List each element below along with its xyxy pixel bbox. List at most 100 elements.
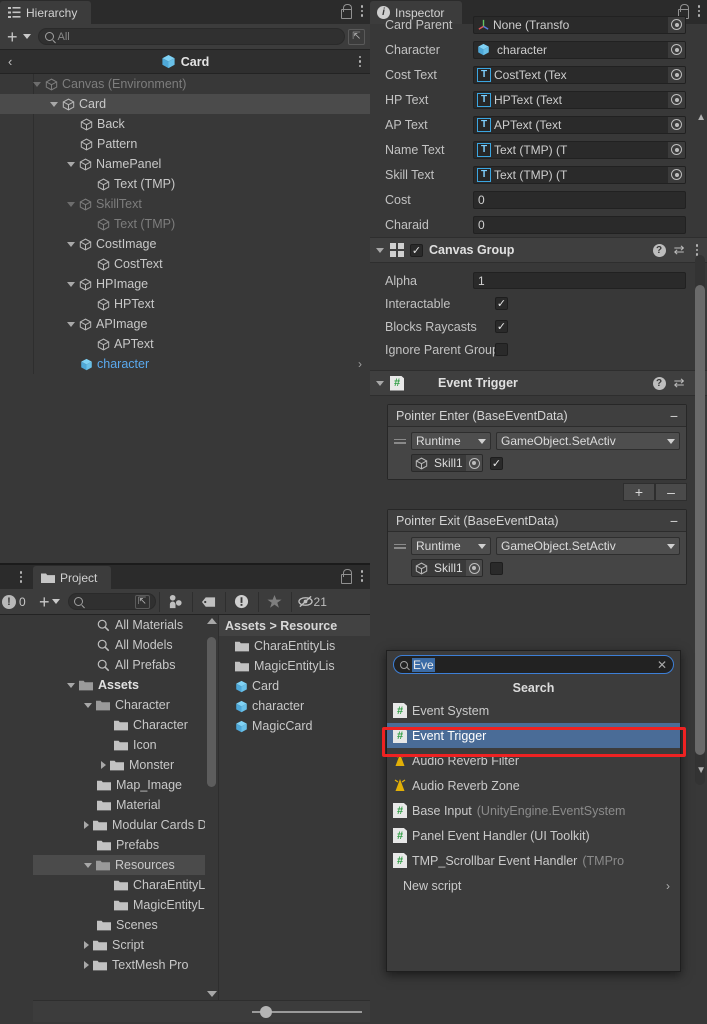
tab-hierarchy[interactable]: Hierarchy	[0, 1, 92, 24]
project-folder-icon[interactable]: Icon	[33, 735, 218, 755]
hidden-packages-toggle[interactable]: 21	[295, 591, 327, 613]
hierarchy-item-apimage[interactable]: APImage	[0, 314, 370, 334]
project-favorite-all-models[interactable]: All Models	[33, 635, 218, 655]
expand-triangle-icon[interactable]	[84, 702, 92, 708]
scrollbar-thumb[interactable]	[207, 637, 216, 787]
remove-event-icon[interactable]: −	[670, 409, 678, 423]
create-asset-button[interactable]: +	[37, 593, 52, 611]
hierarchy-item-costimage[interactable]: CostImage	[0, 234, 370, 254]
project-folder-monster[interactable]: Monster	[33, 755, 218, 775]
number-input[interactable]: 0	[473, 215, 686, 234]
hierarchy-item-skilltext[interactable]: SkillText	[0, 194, 370, 214]
collapse-triangle-icon[interactable]	[101, 761, 106, 769]
object-field[interactable]: T Text (TMP) (T	[473, 140, 686, 159]
expand-triangle-icon[interactable]	[67, 161, 75, 167]
project-folder-resources[interactable]: Resources	[33, 855, 218, 875]
object-picker-icon[interactable]	[668, 91, 685, 108]
object-picker-icon[interactable]	[668, 16, 685, 33]
warning-icon[interactable]	[229, 591, 255, 613]
object-field[interactable]: character	[473, 40, 686, 59]
remove-callback-button[interactable]: –	[655, 483, 687, 501]
preset-icon[interactable]: ⇄	[674, 242, 685, 258]
label-tag-icon[interactable]	[196, 591, 222, 613]
hierarchy-item-costtext[interactable]: CostText	[0, 254, 370, 274]
component-result-panel-event-handler-ui-toolkit[interactable]: # Panel Event Handler (UI Toolkit)	[387, 823, 680, 848]
project-folder-character[interactable]: Character	[33, 695, 218, 715]
add-callback-button[interactable]: +	[623, 483, 655, 501]
object-picker-icon[interactable]	[668, 41, 685, 58]
expand-triangle-icon[interactable]	[67, 682, 75, 688]
scroll-up-icon[interactable]	[206, 618, 217, 624]
component-results-list[interactable]: # Event System # Event Trigger Audio Reverb…	[387, 698, 680, 873]
collapse-triangle-icon[interactable]	[376, 247, 384, 253]
clear-search-icon[interactable]: ✕	[657, 658, 667, 672]
setactive-argument-checkbox[interactable]	[490, 561, 503, 575]
hierarchy-popout-button[interactable]: ⇱	[348, 28, 365, 45]
project-asset-charaentitylis[interactable]: CharaEntityLis	[219, 636, 370, 656]
project-folder-modular-cards-d[interactable]: Modular Cards D	[33, 815, 218, 835]
new-script-item[interactable]: New script ›	[387, 873, 680, 898]
hierarchy-item-text-tmp[interactable]: Text (TMP)	[0, 174, 370, 194]
component-header-event-trigger[interactable]: # Event Trigger ? ⇄	[370, 370, 707, 396]
component-result-base-input[interactable]: # Base Input (UnityEngine.EventSystem	[387, 798, 680, 823]
function-dropdown[interactable]: GameObject.SetActiv	[496, 537, 680, 555]
project-folder-script[interactable]: Script	[33, 935, 218, 955]
chevron-right-icon[interactable]: ›	[358, 357, 362, 371]
project-menu-icon[interactable]	[358, 568, 367, 584]
object-picker-icon[interactable]	[668, 116, 685, 133]
tab-project[interactable]: Project	[33, 566, 112, 589]
project-tree-scrollbar[interactable]	[205, 615, 218, 1000]
project-folder-tree[interactable]: Assets Character Character Icon Monster …	[33, 675, 218, 975]
remove-event-icon[interactable]: −	[670, 514, 678, 528]
script-component-fields[interactable]: Card Parent None (Transfo Character chara…	[370, 12, 707, 237]
project-folder-scenes[interactable]: Scenes	[33, 915, 218, 935]
hierarchy-item-pattern[interactable]: Pattern	[0, 134, 370, 154]
avatar-mask-icon[interactable]	[163, 591, 189, 613]
hierarchy-menu-icon[interactable]	[358, 3, 367, 19]
hierarchy-item-namepanel[interactable]: NamePanel	[0, 154, 370, 174]
object-picker-icon[interactable]	[466, 455, 482, 471]
object-field[interactable]: T Text (TMP) (T	[473, 165, 686, 184]
component-result-event-system[interactable]: # Event System	[387, 698, 680, 723]
hierarchy-item-text-tmp[interactable]: Text (TMP)	[0, 214, 370, 234]
target-object-field[interactable]: Skill1	[411, 454, 483, 472]
object-picker-icon[interactable]	[668, 66, 685, 83]
project-folder-textmesh-pro[interactable]: TextMesh Pro	[33, 955, 218, 975]
toggle-checkbox[interactable]: ✓	[495, 320, 508, 333]
component-header-canvas-group[interactable]: ✓ Canvas Group ? ⇄	[370, 237, 707, 263]
object-picker-icon[interactable]	[668, 166, 685, 183]
scroll-down-icon[interactable]	[206, 991, 217, 997]
project-favorite-all-materials[interactable]: All Materials	[33, 615, 218, 635]
target-object-field[interactable]: Skill1	[411, 559, 483, 577]
preset-icon[interactable]: ⇄	[674, 375, 685, 391]
project-folder-character[interactable]: Character	[33, 715, 218, 735]
prefab-menu-icon[interactable]	[356, 54, 365, 70]
scroll-up-icon[interactable]: ▲	[696, 112, 706, 123]
project-folder-map-image[interactable]: Map_Image	[33, 775, 218, 795]
canvas-group-enabled-checkbox[interactable]: ✓	[410, 243, 423, 257]
object-picker-icon[interactable]	[668, 141, 685, 158]
project-asset-magiccard[interactable]: MagicCard	[219, 716, 370, 736]
project-tree-column[interactable]: All Materials All Models All Prefabs Ass…	[33, 615, 218, 1000]
scroll-down-icon[interactable]: ▼	[696, 765, 706, 776]
create-dropdown-icon[interactable]	[22, 34, 31, 39]
collapse-triangle-icon[interactable]	[84, 961, 89, 969]
scrollbar-thumb[interactable]	[695, 285, 705, 755]
project-folder-assets[interactable]: Assets	[33, 675, 218, 695]
expand-triangle-icon[interactable]	[50, 101, 58, 107]
hierarchy-search-input[interactable]: All	[37, 28, 345, 45]
project-folder-magicentityl[interactable]: MagicEntityL	[33, 895, 218, 915]
setactive-argument-checkbox[interactable]: ✓	[490, 456, 503, 470]
project-zoom-slider[interactable]	[252, 1005, 362, 1019]
project-asset-character[interactable]: character	[219, 696, 370, 716]
runtime-mode-dropdown[interactable]: Runtime	[411, 432, 491, 450]
function-dropdown[interactable]: GameObject.SetActiv	[496, 432, 680, 450]
drag-handle-icon[interactable]	[394, 543, 406, 549]
object-field[interactable]: T CostText (Tex	[473, 65, 686, 84]
object-field[interactable]: None (Transfo	[473, 15, 686, 34]
zoom-slider-knob[interactable]	[260, 1005, 272, 1018]
toggle-checkbox[interactable]	[495, 343, 508, 356]
event-trigger-entries[interactable]: Pointer Enter (BaseEventData) − Runtime …	[370, 396, 707, 585]
component-result-audio-reverb-zone[interactable]: Audio Reverb Zone	[387, 773, 680, 798]
hierarchy-item-canvas-environment[interactable]: Canvas (Environment)	[0, 74, 370, 94]
